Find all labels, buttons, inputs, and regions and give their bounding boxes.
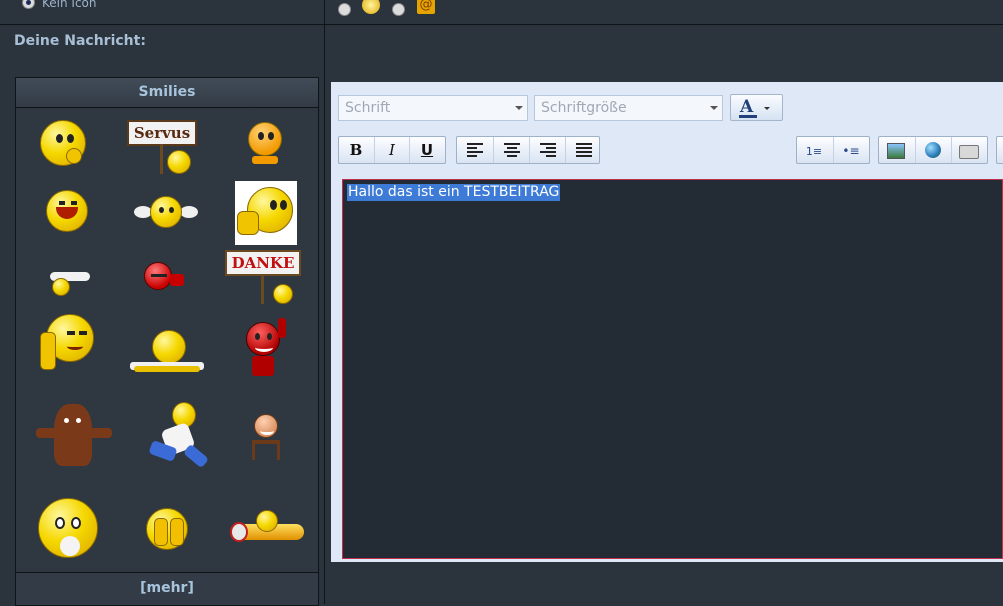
font-color-icon: A — [740, 97, 754, 117]
more-tools-group[interactable] — [996, 136, 1003, 164]
ordered-list-button[interactable]: 1≡ — [797, 137, 831, 163]
smiley-face-icon — [273, 284, 293, 304]
smiley-thumbs-up[interactable] — [235, 181, 297, 245]
align-justify-button[interactable] — [565, 137, 600, 163]
sun-icon[interactable] — [362, 0, 380, 14]
smiley-face-icon — [248, 122, 282, 156]
printer-icon — [959, 145, 979, 159]
align-left-button[interactable] — [457, 137, 491, 163]
post-icon-label-cell: Kein Icon — [0, 0, 325, 24]
icon-option-radio-2[interactable] — [392, 3, 405, 16]
unordered-list-icon: •≡ — [842, 144, 860, 158]
align-center-button[interactable] — [493, 137, 528, 163]
no-icon-radio[interactable] — [22, 0, 35, 9]
smiley-face-icon — [152, 330, 186, 364]
smiley-facepalm[interactable] — [144, 506, 192, 554]
smiley-middle-finger[interactable] — [40, 314, 98, 372]
post-icon-row: Kein Icon @ — [0, 0, 1003, 25]
text-style-group: B I U — [338, 136, 446, 164]
insert-image-button[interactable] — [879, 137, 913, 163]
align-justify-icon — [576, 143, 592, 157]
selected-text: Hallo das ist ein TESTBEITRAG — [347, 184, 561, 201]
smiley-hairy-monster[interactable] — [36, 404, 112, 472]
smiley-thinking[interactable] — [40, 120, 88, 168]
insert-link-button[interactable] — [915, 137, 950, 163]
chevron-down-icon — [710, 106, 718, 110]
image-icon — [887, 143, 905, 159]
list-group: 1≡ •≡ — [796, 136, 870, 164]
smiley-bowing[interactable] — [130, 330, 206, 382]
font-family-select[interactable]: Schrift — [338, 95, 528, 121]
smiley-pointing[interactable] — [44, 268, 96, 298]
smiley-face-icon — [46, 190, 88, 232]
font-color-button[interactable]: A — [730, 94, 783, 121]
smiley-face-icon — [150, 196, 182, 228]
chevron-down-icon — [764, 107, 770, 110]
align-right-icon — [540, 143, 556, 157]
icon-option-radio-1[interactable] — [338, 3, 351, 16]
no-icon-label: Kein Icon — [42, 0, 97, 10]
smilies-grid: Servus DANKE — [16, 108, 318, 570]
italic-button[interactable]: I — [374, 137, 409, 163]
smiley-worried[interactable] — [38, 498, 100, 562]
smiley-face-icon — [144, 262, 172, 290]
smiley-servus-sign[interactable]: Servus — [127, 120, 207, 180]
font-color-swatch — [739, 115, 757, 118]
smilies-panel: Smilies Servus DANKE [mehr] — [15, 77, 319, 606]
globe-link-icon — [925, 142, 941, 158]
smiley-red-devil[interactable] — [238, 318, 294, 378]
smiley-face-icon — [256, 510, 278, 532]
print-button[interactable] — [951, 137, 986, 163]
chevron-down-icon — [515, 106, 523, 110]
insert-group — [878, 136, 988, 164]
bold-button[interactable]: B — [339, 137, 373, 163]
align-right-button[interactable] — [529, 137, 564, 163]
at-sign-icon[interactable]: @ — [417, 0, 435, 14]
more-smilies-link[interactable]: [mehr] — [16, 572, 318, 605]
message-textarea[interactable]: Hallo das ist ein TESTBEITRAG — [342, 179, 1003, 559]
danke-sign-text: DANKE — [225, 250, 301, 276]
smiley-orange-figure[interactable] — [246, 120, 286, 168]
ordered-list-icon: 1≡ — [805, 145, 823, 158]
align-left-icon — [467, 143, 483, 157]
smiley-face-icon — [254, 414, 278, 438]
smilies-header: Smilies — [16, 78, 318, 108]
smiley-grinning-chair[interactable] — [250, 414, 282, 462]
wysiwyg-editor: Schrift Schriftgröße A B I U 1≡ •≡ Hallo… — [331, 82, 1003, 562]
smiley-danke-sign[interactable]: DANKE — [225, 250, 305, 308]
unordered-list-button[interactable]: •≡ — [833, 137, 868, 163]
smiley-rocket[interactable] — [226, 510, 308, 554]
font-size-select[interactable]: Schriftgröße — [534, 95, 723, 121]
smiley-homer-dancing[interactable] — [134, 400, 214, 480]
message-label: Deine Nachricht: — [14, 33, 146, 49]
align-center-icon — [504, 143, 520, 157]
smiley-laughing[interactable] — [46, 190, 90, 234]
font-family-placeholder: Schrift — [345, 100, 391, 116]
alignment-group — [456, 136, 600, 164]
smiley-face-icon — [52, 278, 70, 296]
underline-button[interactable]: U — [409, 137, 444, 163]
servus-sign-text: Servus — [127, 120, 197, 146]
smiley-face-icon — [167, 150, 191, 174]
smiley-angel[interactable] — [134, 192, 200, 232]
smiley-face-icon — [246, 322, 280, 356]
smiley-red-angry[interactable] — [140, 260, 190, 296]
post-icon-options: @ — [325, 0, 1003, 24]
font-size-placeholder: Schriftgröße — [541, 100, 627, 116]
